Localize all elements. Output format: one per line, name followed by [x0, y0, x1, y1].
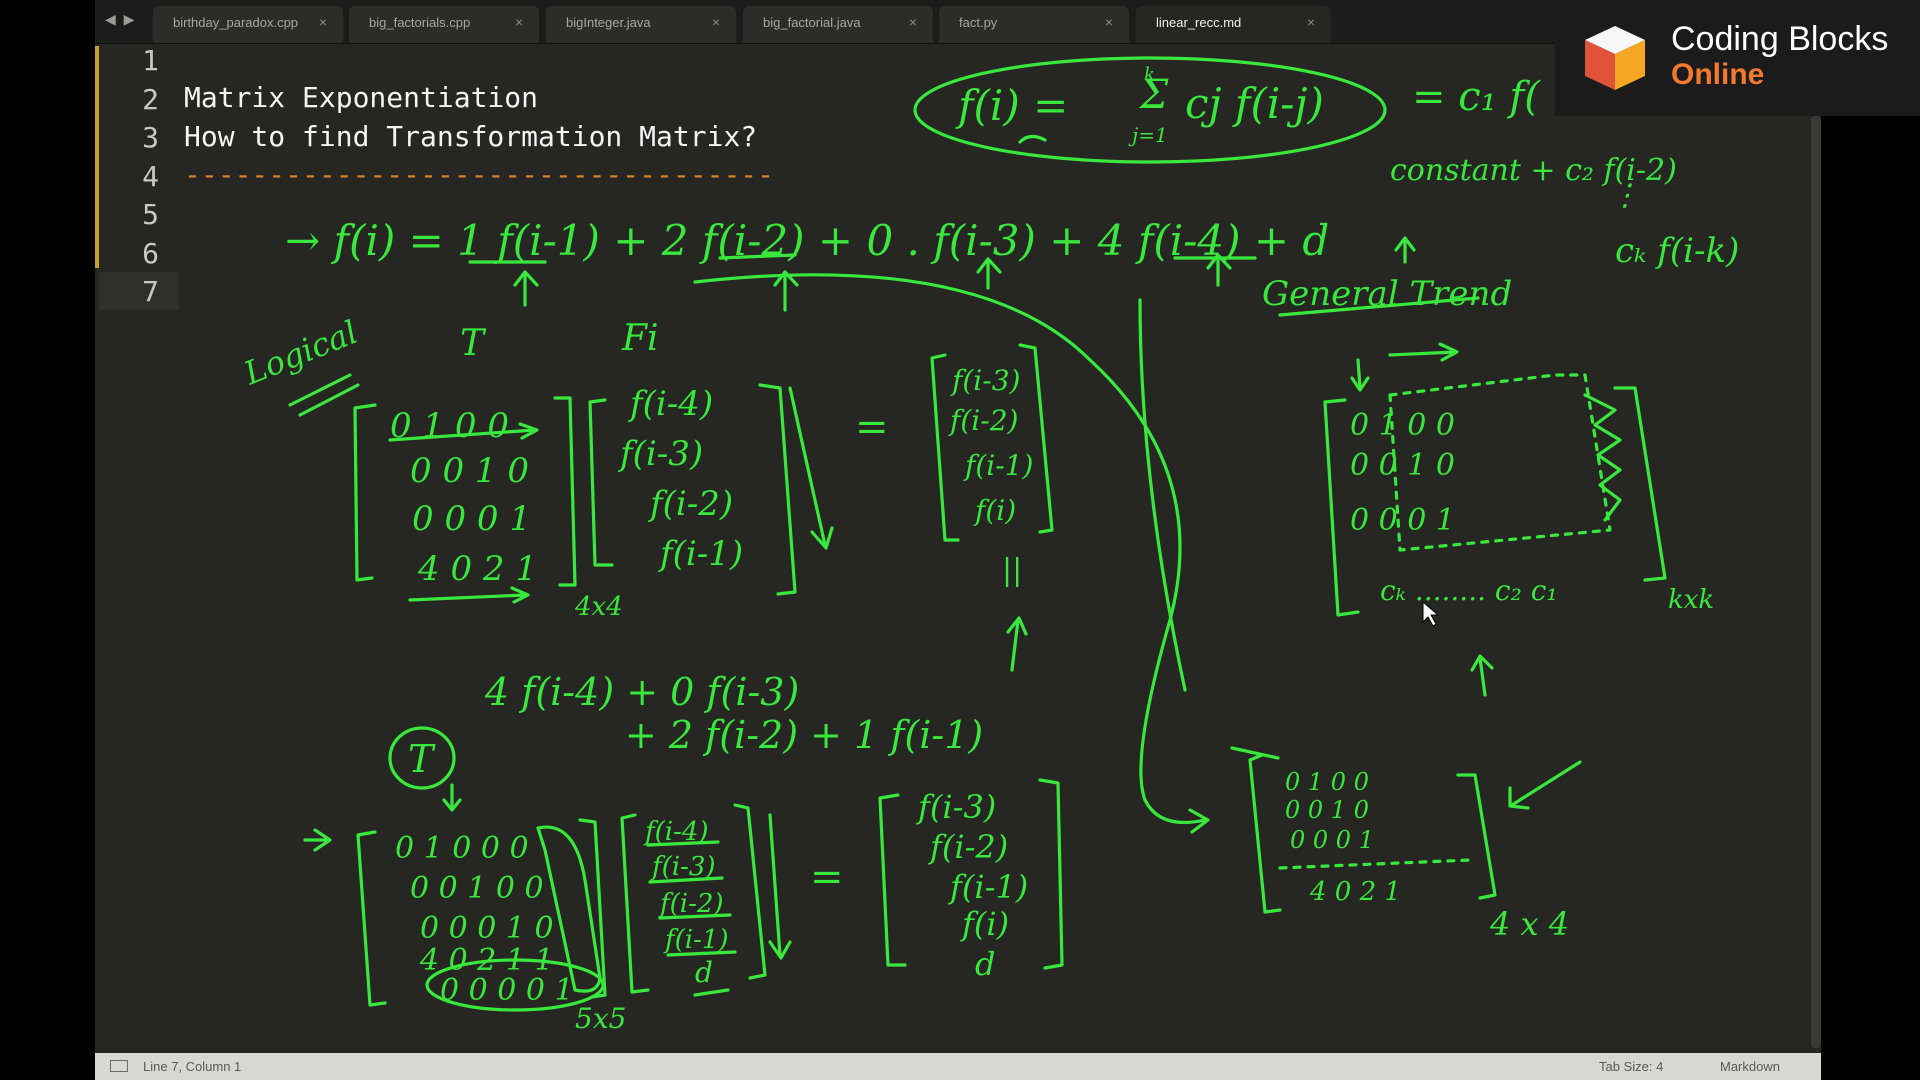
formula-sum-bottom: j=1 [1128, 123, 1168, 147]
matrix-right-bracket [1038, 778, 1064, 970]
logical-underline [288, 373, 360, 417]
matrix-F-row: f(i-4) [627, 384, 713, 424]
matrix5-F-row: f(i-1) [663, 925, 729, 955]
vertical-dots: ⋮ [1610, 178, 1640, 213]
matrix5-row: 0 0 1 0 0 [410, 871, 544, 906]
right-arrow [1388, 342, 1459, 362]
T-label: T [460, 323, 487, 364]
small-matrix-row: 0 1 0 0 [1285, 768, 1369, 796]
formula-arrow [1018, 134, 1047, 144]
result-row: f(i-2) [948, 404, 1018, 437]
formula-sum-top: k [1144, 64, 1155, 85]
general-trend-label: General Trend [1262, 274, 1512, 314]
formula-lhs: f(i) = [955, 81, 1068, 130]
equals-sign: = [855, 404, 889, 450]
result-row: f(i-3) [950, 364, 1020, 397]
result5-row: f(i-3) [916, 788, 996, 826]
ck-term: cₖ f(i-k) [1615, 231, 1739, 271]
result5-row: f(i) [960, 905, 1009, 943]
up-arrow [1006, 616, 1028, 672]
equals-sign: = [810, 854, 844, 900]
pointer-arrow [1508, 760, 1582, 810]
handwritten-annotations: f(i) = Σ k j=1 cj f(i-j) = c₁ f( constan… [238, 56, 1739, 1035]
size-kxk-label: kxk [1668, 585, 1714, 615]
matrix-right-bracket [758, 383, 797, 596]
general-matrix-row: 0 0 1 0 [1350, 448, 1455, 483]
matrix-left-bracket [353, 403, 377, 582]
matrix-T-row: 4 0 2 1 [417, 549, 537, 589]
vertical-stroke [1138, 298, 1187, 692]
up-arrow [513, 270, 539, 307]
matrix5-row: 0 0 0 1 0 [420, 911, 554, 946]
down-arrow [768, 813, 792, 960]
syntax-indicator[interactable]: Markdown [1720, 1053, 1780, 1080]
matrix5-row: 0 1 0 0 0 [395, 831, 529, 866]
circled-T-label: T [408, 737, 436, 781]
tab-size-indicator[interactable]: Tab Size: 4 [1599, 1053, 1663, 1080]
matrix-left-bracket [1248, 753, 1282, 914]
up-arrow [1394, 236, 1416, 264]
result5-row: f(i-2) [928, 828, 1008, 866]
cursor-position: Line 7, Column 1 [143, 1059, 242, 1074]
matrix5-row: 0 0 0 0 1 [440, 973, 574, 1008]
matrix-F-row: f(i-1) [657, 534, 743, 574]
down-arrow [788, 386, 834, 550]
parallel-sign: || [1002, 553, 1022, 588]
matrix-T-row: 0 0 1 0 [410, 451, 529, 491]
pointer-arrow [303, 828, 332, 852]
small-matrix-row: 4 0 2 1 [1309, 877, 1401, 907]
matrix-F-row: f(i-3) [617, 434, 703, 474]
matrix-left-bracket [588, 398, 614, 567]
scribble-column [1583, 393, 1622, 522]
result-row: f(i-1) [963, 449, 1033, 482]
size-4x4-label: 4x4 [574, 592, 623, 622]
row-arrow [408, 586, 530, 604]
panel-toggle-icon[interactable] [110, 1060, 128, 1072]
size-5x5-label: 5x5 [575, 1002, 626, 1035]
formula-body: cj f(i-j) [1185, 79, 1324, 128]
matrix-right-bracket [733, 803, 767, 980]
small-matrix-row: 0 0 0 1 [1290, 826, 1374, 854]
up-arrow [1470, 654, 1494, 697]
matrix5-F-row: d [695, 956, 713, 989]
general-matrix-row: 0 0 0 1 [1350, 503, 1455, 538]
matrix-right-bracket [1018, 343, 1054, 534]
down-arrow [442, 783, 462, 812]
status-bar: Line 7, Column 1 Tab Size: 4 Markdown [95, 1053, 1821, 1080]
expansion-line-2: + 2 f(i-2) + 1 f(i-1) [625, 713, 983, 757]
general-matrix-bottom: cₖ ........ c₂ c₁ [1380, 574, 1558, 607]
result-row: f(i) [973, 494, 1016, 527]
small-matrix-divider [1278, 858, 1472, 870]
formula-rhs: = c₁ f( [1412, 74, 1541, 120]
logical-label: Logical [238, 313, 363, 393]
matrix-left-bracket [878, 793, 907, 967]
size-4x4-label-b: 4 x 4 [1489, 905, 1569, 943]
matrix-right-bracket [553, 396, 577, 587]
matrix-right-bracket [1456, 773, 1497, 900]
general-matrix-row: 0 1 0 0 [1350, 408, 1455, 443]
matrix-T-row: 0 0 0 1 [412, 499, 531, 539]
down-arrow [1350, 358, 1370, 392]
expansion-line-1: 4 f(i-4) + 0 f(i-3) [484, 670, 799, 714]
small-matrix-row: 0 0 1 0 [1285, 796, 1369, 824]
up-arrow [773, 270, 799, 312]
matrix-right-bracket [1613, 386, 1667, 582]
recurrence-equation: → f(i) = 1 f(i-1) + 2 f(i-2) + 0 . f(i-3… [285, 216, 1329, 265]
result5-row: d [975, 945, 995, 983]
result5-row: f(i-1) [948, 868, 1028, 906]
matrix-left-bracket [356, 830, 387, 1007]
matrix-F-row: f(i-2) [647, 484, 733, 524]
Fi-label: Fi [621, 318, 659, 359]
